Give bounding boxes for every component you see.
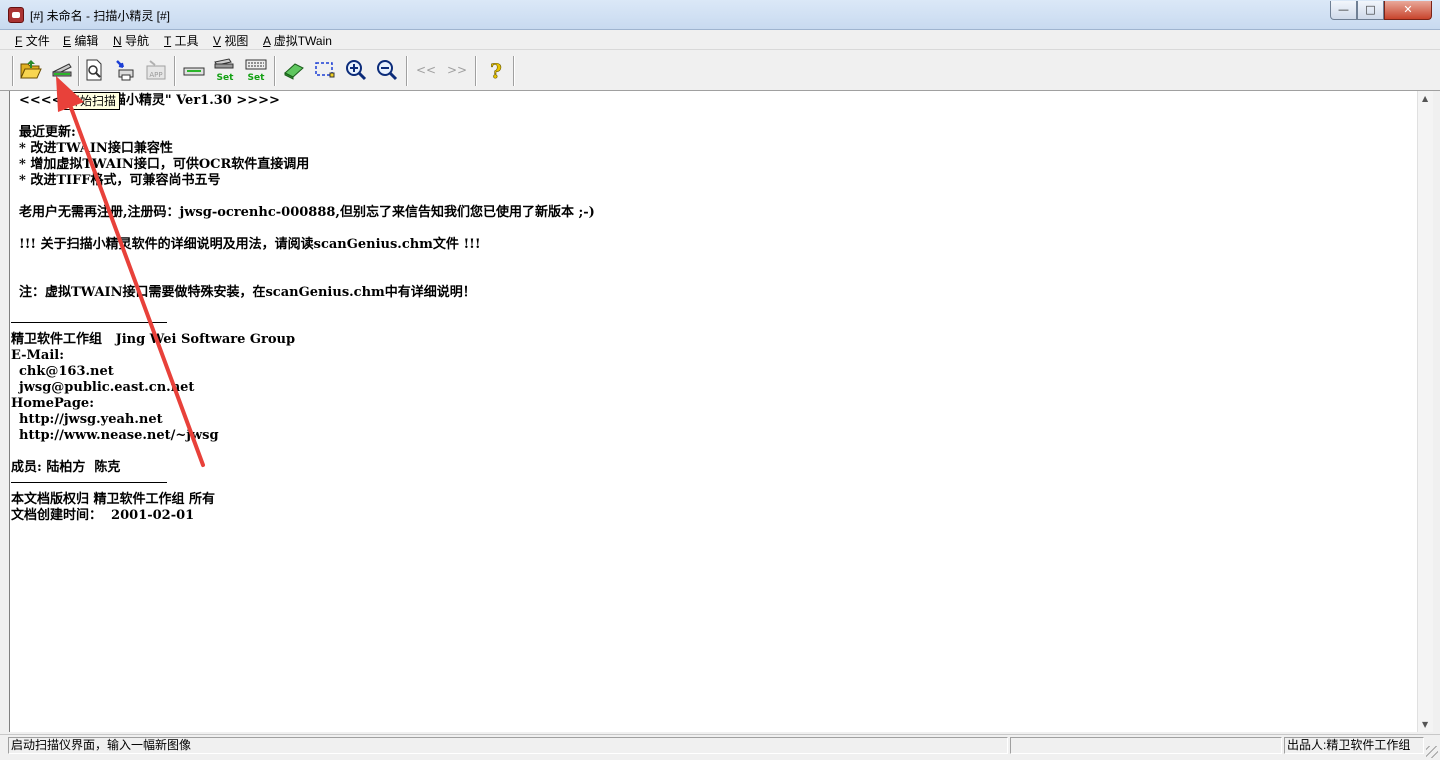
help-button[interactable]: ? <box>483 56 509 84</box>
app-button[interactable]: APP <box>143 56 169 84</box>
status-panel <box>1010 737 1282 754</box>
help-icon: ? <box>490 59 502 82</box>
doc-update-item: * 改进TIFF格式，可兼容尚书五号 <box>19 173 221 188</box>
resize-grip-icon[interactable] <box>1426 746 1438 758</box>
doc-update-item: * 增加虚拟TWAIN接口，可供OCR软件直接调用 <box>19 157 310 172</box>
app-logo-icon[interactable] <box>8 7 24 23</box>
menu-tools-key: T <box>164 34 172 48</box>
zoom-out-icon <box>377 60 398 81</box>
keyboard-settings-label: Set <box>248 73 266 82</box>
doc-divider <box>11 482 167 483</box>
doc-homepage-label: HomePage: <box>11 396 94 411</box>
doc-homepage-url: http://jwsg.yeah.net <box>19 412 163 427</box>
keyboard-settings-button[interactable]: Set <box>243 56 269 84</box>
print-icon <box>116 60 134 81</box>
start-scan-button[interactable] <box>49 56 75 84</box>
menu-virtual-twain[interactable]: A 虚拟TWain <box>263 32 332 49</box>
eraser-button[interactable] <box>281 56 307 84</box>
app-icon-label: APP <box>149 71 162 79</box>
menu-navigate-label: 导航 <box>125 34 150 48</box>
selection-icon <box>315 62 335 78</box>
status-message: 启动扫描仪界面，输入一幅新图像 <box>8 737 1008 754</box>
doc-group-name: 精卫软件工作组 Jing Wei Software Group <box>11 332 296 347</box>
doc-twain-note: 注：虚拟TWAIN接口需要做特殊安装，在scanGenius.chm中有详细说明… <box>19 285 476 300</box>
doc-heading: <<<< 关于"扫描小精灵" Ver1.30 >>>> <box>19 93 280 108</box>
menu-view[interactable]: V 视图 <box>213 32 248 49</box>
doc-members: 成员: 陆柏方 陈克 <box>11 460 121 475</box>
menu-file-key: F <box>15 34 23 48</box>
document-preview-button[interactable] <box>81 56 107 84</box>
eraser-icon <box>284 63 304 80</box>
menu-tools-label: 工具 <box>174 34 199 48</box>
doc-registration-note: 老用户无需再注册,注册码：jwsg-ocrenhc-000888,但别忘了来信告… <box>19 205 595 220</box>
print-button[interactable] <box>112 56 138 84</box>
scanner-button[interactable] <box>181 56 207 84</box>
open-folder-button[interactable] <box>18 56 44 84</box>
menu-view-key: V <box>213 34 222 48</box>
doc-help-note: !!! 关于扫描小精灵软件的详细说明及用法，请阅读scanGenius.chm文… <box>19 237 481 252</box>
toolbar-separator <box>475 56 477 86</box>
menu-bar: F 文件 E 编辑 N 导航 T 工具 V 视图 A 虚拟TWain <box>0 30 1440 50</box>
scan-icon <box>52 63 72 77</box>
minimize-button[interactable]: — <box>1330 1 1357 20</box>
scanner-icon <box>183 67 205 76</box>
scan-tooltip: 开始扫描 <box>64 92 121 110</box>
doc-copyright: 本文档版权归 精卫软件工作组 所有 <box>11 492 216 507</box>
menu-edit[interactable]: E 编辑 <box>63 32 98 49</box>
zoom-in-button[interactable] <box>343 56 369 84</box>
doc-homepage-url: http://www.nease.net/~jwsg <box>19 428 219 443</box>
menu-file-label: 文件 <box>25 34 50 48</box>
toolbar-separator <box>78 56 80 86</box>
status-publisher: 出品人:精卫软件工作组 <box>1284 737 1424 754</box>
doc-email: chk@163.net <box>19 364 114 379</box>
open-folder-icon <box>20 60 42 79</box>
title-bar: [#] 未命名 - 扫描小精灵 [#] — □ ✕ <box>0 0 1440 30</box>
doc-email-label: E-Mail: <box>11 348 65 363</box>
vertical-scrollbar[interactable]: ▲ ▼ <box>1417 91 1433 732</box>
scroll-up-icon[interactable]: ▲ <box>1422 94 1428 103</box>
keyboard-settings-icon: Set <box>245 59 267 82</box>
doc-divider <box>11 322 167 323</box>
toolbar: APP Set Set << >> ? <box>0 51 1440 91</box>
menu-view-label: 视图 <box>224 34 249 48</box>
zoom-out-button[interactable] <box>374 56 400 84</box>
document-preview-icon <box>86 59 102 81</box>
menu-edit-label: 编辑 <box>74 34 99 48</box>
zoom-in-icon <box>346 60 367 81</box>
menu-edit-key: E <box>63 34 72 48</box>
previous-icon: << <box>416 63 436 77</box>
menu-virtual-twain-key: A <box>263 34 271 48</box>
document-view[interactable]: <<<< 关于"扫描小精灵" Ver1.30 >>>> 最近更新: * 改进TW… <box>9 91 1417 732</box>
app-icon: APP <box>146 60 166 80</box>
menu-virtual-twain-label: 虚拟TWain <box>273 34 332 48</box>
scanner-settings-icon: Set <box>214 58 235 82</box>
menu-file[interactable]: F 文件 <box>15 32 50 49</box>
scroll-down-icon[interactable]: ▼ <box>1422 720 1428 729</box>
toolbar-separator <box>174 56 176 86</box>
toolbar-separator <box>274 56 276 86</box>
scanner-settings-label: Set <box>217 73 235 82</box>
window-title: [#] 未命名 - 扫描小精灵 [#] <box>30 9 171 23</box>
toolbar-separator <box>513 56 515 86</box>
doc-created-date: 文档创建时间： 2001-02-01 <box>11 508 195 523</box>
toolbar-separator <box>406 56 408 86</box>
menu-navigate[interactable]: N 导航 <box>113 32 149 49</box>
previous-button[interactable]: << <box>413 56 439 84</box>
doc-update-item: * 改进TWAIN接口兼容性 <box>19 141 173 156</box>
maximize-button[interactable]: □ <box>1357 1 1384 20</box>
help-label: ? <box>490 59 502 82</box>
doc-email: jwsg@public.east.cn.net <box>19 380 195 395</box>
next-button[interactable]: >> <box>444 56 470 84</box>
close-button[interactable]: ✕ <box>1384 1 1432 20</box>
doc-recent-updates-label: 最近更新: <box>19 125 76 140</box>
menu-tools[interactable]: T 工具 <box>164 32 198 49</box>
status-bar: 启动扫描仪界面，输入一幅新图像 出品人:精卫软件工作组 <box>0 734 1440 760</box>
previous-label: << <box>416 63 436 77</box>
selection-button[interactable] <box>312 56 338 84</box>
next-icon: >> <box>447 63 467 77</box>
next-label: >> <box>447 63 467 77</box>
scanner-settings-button[interactable]: Set <box>212 56 238 84</box>
toolbar-grip <box>12 56 14 86</box>
menu-navigate-key: N <box>113 34 122 48</box>
